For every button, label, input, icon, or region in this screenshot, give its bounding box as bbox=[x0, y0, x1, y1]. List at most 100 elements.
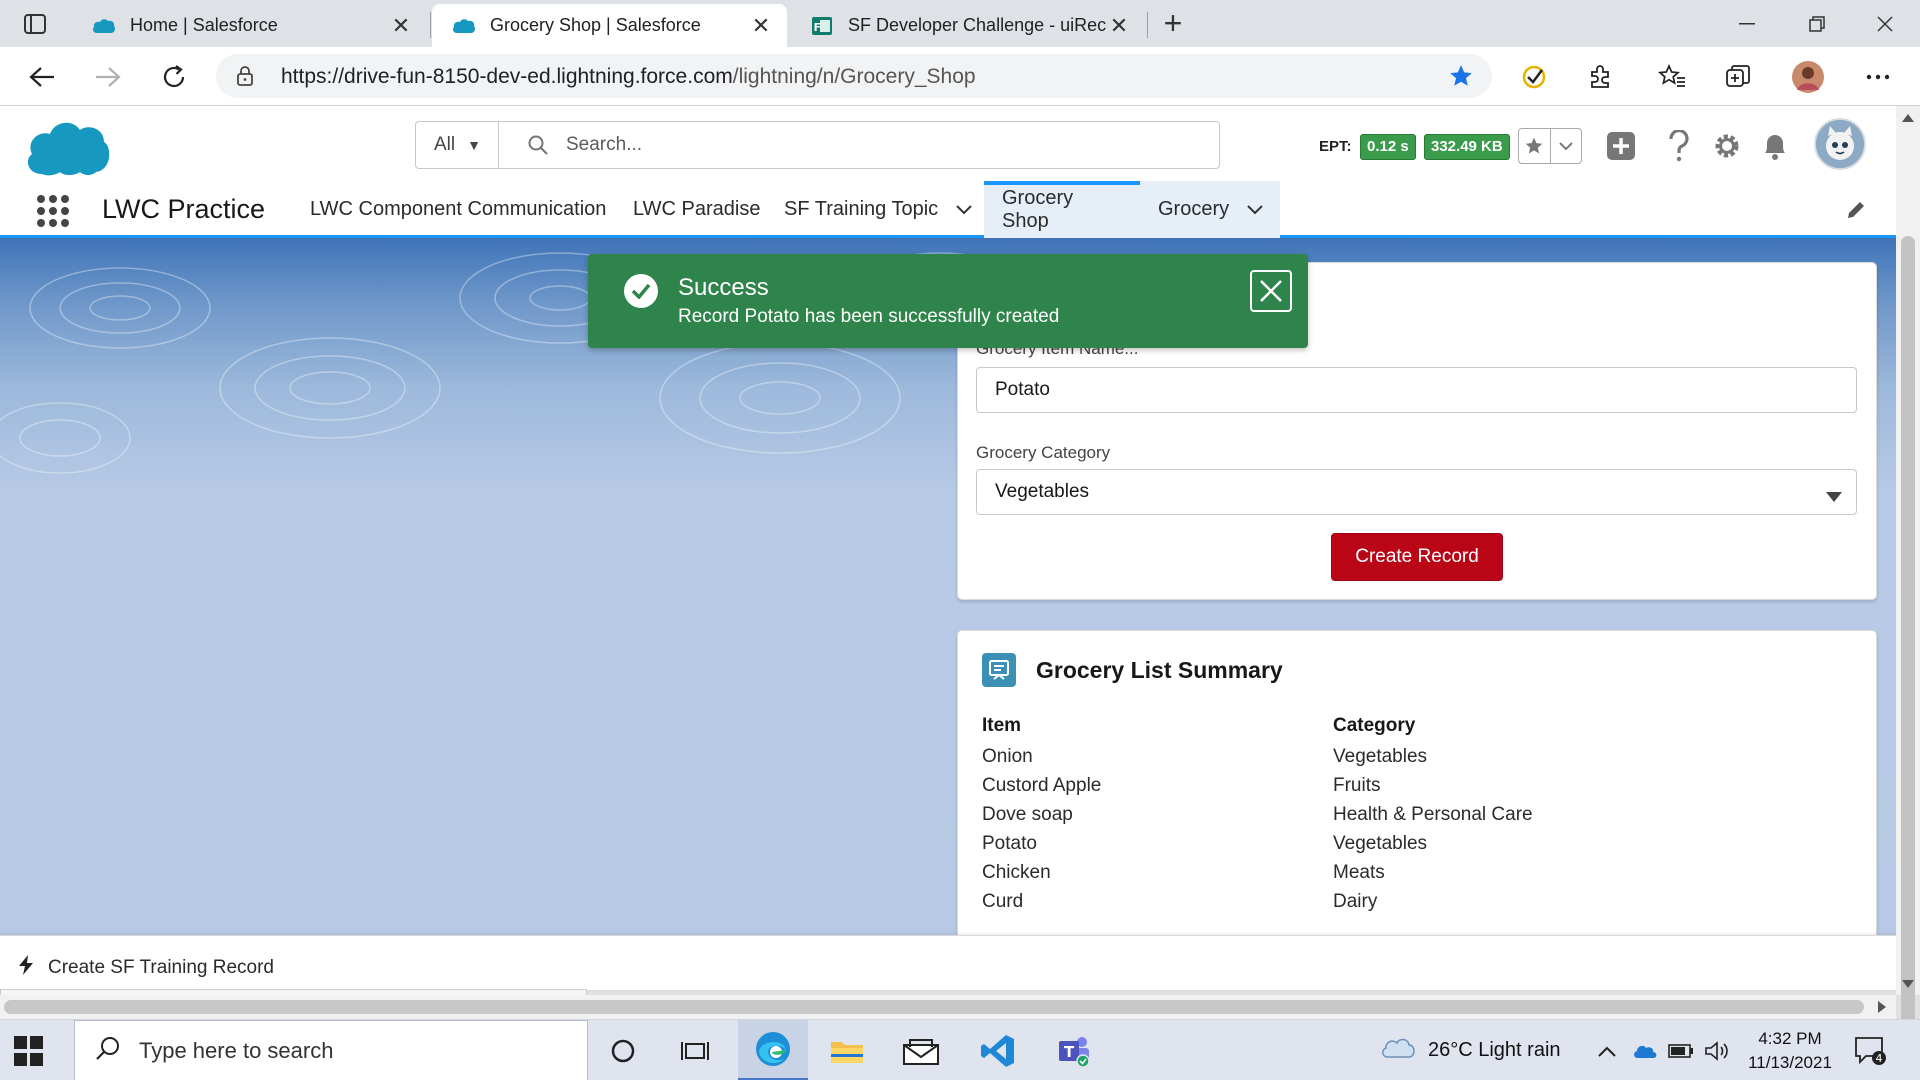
nav-item-grocery[interactable]: Grocery bbox=[1140, 181, 1280, 238]
browser-tab-strip: Home | Salesforce ✕ Grocery Shop | Sales… bbox=[0, 0, 1920, 47]
lock-icon[interactable] bbox=[236, 65, 254, 92]
category-cell: Dairy bbox=[1333, 891, 1378, 912]
scroll-up-arrow-icon[interactable] bbox=[1902, 114, 1914, 122]
utility-item-label: Create SF Training Record bbox=[48, 957, 274, 978]
search-icon bbox=[95, 1035, 121, 1066]
more-options-icon[interactable] bbox=[1860, 59, 1896, 95]
extension-check-icon[interactable] bbox=[1516, 59, 1552, 95]
profile-avatar-icon[interactable] bbox=[1790, 59, 1826, 95]
vertical-scroll-thumb[interactable] bbox=[1901, 236, 1915, 1036]
edit-nav-pencil-icon[interactable] bbox=[1846, 200, 1866, 225]
nav-item-label: SF Training Topic bbox=[784, 198, 939, 220]
tab-close-icon[interactable]: ✕ bbox=[1107, 13, 1131, 38]
app-navigation-bar: LWC Practice LWC Component Communication… bbox=[0, 181, 1896, 238]
salesforce-logo-icon[interactable] bbox=[22, 116, 112, 183]
volume-speaker-icon[interactable] bbox=[1704, 1020, 1730, 1080]
favorites-button-group bbox=[1518, 128, 1582, 164]
item-name-input[interactable] bbox=[976, 367, 1857, 413]
favorites-list-dropdown[interactable] bbox=[1549, 129, 1582, 163]
back-icon[interactable] bbox=[24, 59, 60, 95]
category-label: Grocery Category bbox=[976, 443, 1111, 462]
system-clock[interactable]: 4:32 PM 11/13/2021 bbox=[1742, 1027, 1838, 1075]
taskbar-search-input[interactable] bbox=[139, 1037, 579, 1064]
url-field[interactable]: https://drive-fun-8150-dev-ed.lightning.… bbox=[216, 54, 1492, 98]
scroll-right-arrow-icon[interactable] bbox=[1878, 1001, 1886, 1013]
help-question-icon[interactable] bbox=[1662, 129, 1696, 163]
toast-close-icon[interactable] bbox=[1250, 270, 1292, 312]
cloud-rain-icon bbox=[1380, 1035, 1416, 1066]
windows-start-icon[interactable] bbox=[14, 1036, 44, 1066]
tab-actions-icon[interactable] bbox=[16, 10, 54, 38]
nav-item-lwc-paradise[interactable]: LWC Paradise bbox=[615, 181, 778, 238]
collections-icon[interactable] bbox=[1720, 59, 1756, 95]
horizontal-scrollbar[interactable] bbox=[0, 995, 1896, 1019]
utility-item-create-sf-training-record[interactable]: Create SF Training Record bbox=[18, 955, 274, 981]
extensions-puzzle-icon[interactable] bbox=[1582, 59, 1618, 95]
close-window-icon[interactable] bbox=[1856, 0, 1914, 47]
tab-sf-developer-challenge[interactable]: F SF Developer Challenge - uiReco ✕ bbox=[790, 4, 1145, 47]
search-input[interactable] bbox=[566, 130, 1186, 160]
category-select[interactable]: Vegetables bbox=[976, 469, 1857, 515]
horizontal-scroll-thumb[interactable] bbox=[4, 1000, 1864, 1014]
user-avatar[interactable] bbox=[1814, 118, 1866, 170]
item-cell: Potato bbox=[982, 833, 1037, 854]
favorites-icon[interactable] bbox=[1654, 59, 1690, 95]
search-scope-dropdown[interactable]: All ▼ bbox=[416, 122, 499, 168]
edge-browser-icon[interactable] bbox=[738, 1020, 808, 1080]
favorite-star-button[interactable] bbox=[1519, 129, 1550, 163]
spreadsheet-icon: F bbox=[810, 14, 834, 38]
vscode-icon[interactable] bbox=[963, 1020, 1033, 1080]
toast-title: Success bbox=[678, 274, 769, 301]
onedrive-cloud-icon[interactable] bbox=[1632, 1020, 1658, 1080]
tab-close-icon[interactable]: ✕ bbox=[389, 13, 413, 38]
success-toast: Success Record Potato has been successfu… bbox=[588, 254, 1308, 348]
chevron-down-icon[interactable] bbox=[956, 204, 972, 215]
global-actions-plus-icon[interactable] bbox=[1604, 129, 1638, 163]
category-cell: Health & Personal Care bbox=[1333, 804, 1533, 825]
windows-taskbar: T 26°C Light rain 4:32 PM 11/13/2021 4 bbox=[0, 1019, 1920, 1080]
minimize-icon[interactable] bbox=[1718, 0, 1776, 47]
chevron-down-icon[interactable] bbox=[1247, 204, 1263, 215]
task-view-icon[interactable] bbox=[660, 1020, 730, 1080]
ept-size-badge: 332.49 KB bbox=[1424, 134, 1510, 160]
teams-icon[interactable]: T bbox=[1038, 1020, 1108, 1080]
setup-gear-icon[interactable] bbox=[1710, 129, 1744, 163]
tab-separator bbox=[430, 12, 431, 38]
vertical-scrollbar[interactable] bbox=[1896, 106, 1920, 1036]
app-launcher-icon[interactable] bbox=[37, 195, 69, 227]
item-cell: Onion bbox=[982, 746, 1033, 767]
search-icon bbox=[526, 133, 550, 162]
forward-icon[interactable] bbox=[90, 59, 126, 95]
nav-item-sf-training-topic[interactable]: SF Training Topic bbox=[766, 181, 990, 238]
battery-icon[interactable] bbox=[1668, 1020, 1694, 1080]
item-column: Item Onion Custord Apple Dove soap Potat… bbox=[982, 713, 1101, 916]
category-cell: Meats bbox=[1333, 862, 1385, 883]
notification-center-icon[interactable]: 4 bbox=[1854, 1036, 1888, 1071]
weather-widget[interactable]: 26°C Light rain bbox=[1380, 1020, 1561, 1080]
nav-item-grocery-shop[interactable]: Grocery Shop bbox=[984, 181, 1140, 238]
show-hidden-icons-chevron[interactable] bbox=[1598, 1020, 1616, 1080]
new-tab-button[interactable]: + bbox=[1157, 7, 1189, 39]
scroll-down-arrow-icon[interactable] bbox=[1902, 980, 1914, 988]
mail-icon[interactable] bbox=[886, 1020, 956, 1080]
refresh-icon[interactable] bbox=[156, 59, 192, 95]
taskbar-search-box[interactable] bbox=[74, 1020, 588, 1080]
item-cell: Chicken bbox=[982, 862, 1051, 883]
notifications-bell-icon[interactable] bbox=[1758, 129, 1792, 163]
lightning-bolt-icon bbox=[18, 955, 34, 981]
favorite-star-icon[interactable] bbox=[1448, 63, 1474, 94]
category-column: Category Vegetables Fruits Health & Pers… bbox=[1333, 713, 1533, 916]
create-record-button[interactable]: Create Record bbox=[1331, 533, 1503, 581]
restore-icon[interactable] bbox=[1788, 0, 1846, 47]
tab-close-icon[interactable]: ✕ bbox=[749, 13, 773, 38]
item-cell: Custord Apple bbox=[982, 775, 1102, 796]
global-search: All ▼ bbox=[415, 121, 1220, 169]
cortana-circle-icon[interactable] bbox=[588, 1020, 658, 1080]
nav-item-label: Grocery Shop bbox=[1002, 186, 1074, 232]
tab-grocery-shop[interactable]: Grocery Shop | Salesforce ✕ bbox=[432, 4, 787, 47]
tab-home-salesforce[interactable]: Home | Salesforce ✕ bbox=[72, 4, 427, 47]
nav-item-lwc-component-communication[interactable]: LWC Component Communication bbox=[292, 181, 624, 238]
file-explorer-icon[interactable] bbox=[812, 1020, 882, 1080]
summary-card-icon bbox=[982, 653, 1016, 687]
utility-bar: Create SF Training Record bbox=[0, 935, 1896, 990]
